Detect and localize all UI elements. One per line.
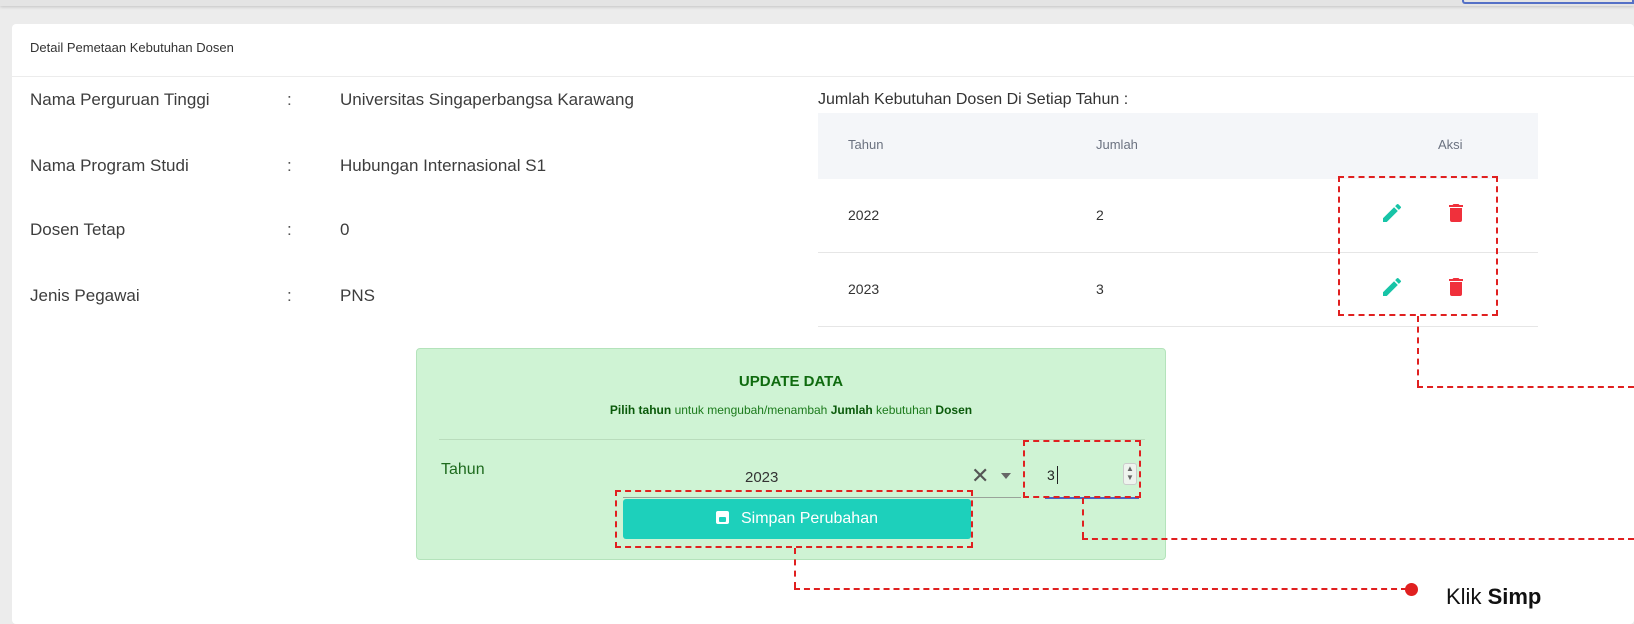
annotation-line (794, 588, 1407, 590)
annotation-line (1082, 498, 1084, 538)
highlight-jumlah-input (1023, 440, 1141, 498)
column-header-jumlah: Jumlah (1096, 137, 1138, 152)
annotation-text-bold: Simp (1487, 584, 1542, 609)
info-colon: : (287, 156, 292, 175)
info-colon: : (287, 286, 292, 305)
annotation-line (1417, 386, 1634, 388)
info-value-program-studi: Hubungan Internasional S1 (340, 156, 547, 175)
info-colon: : (287, 90, 292, 109)
highlight-save-button (615, 490, 973, 548)
update-subtitle-bold: Pilih tahun (609, 403, 672, 417)
column-header-aksi: Aksi (1438, 137, 1463, 152)
annotation-text: Klik Simp (1446, 584, 1541, 610)
annotation-text-start: Klik (1446, 584, 1488, 609)
tahun-select-value: 2023 (745, 469, 779, 486)
info-label-jenis-pegawai: Jenis Pegawai (30, 286, 140, 305)
info-value-dosen-tetap: 0 (340, 220, 350, 239)
close-icon[interactable]: ✕ (971, 465, 989, 487)
update-subtitle-text: untuk mengubah/menambah (671, 403, 831, 417)
info-value-perguruan-tinggi: Universitas Singaperbangsa Karawang (340, 90, 634, 109)
cell-jumlah: 3 (1096, 281, 1104, 297)
update-subtitle-bold: Dosen (935, 403, 973, 417)
update-subtitle: Pilih tahun untuk mengubah/menambah Juml… (417, 403, 1165, 417)
cell-tahun: 2023 (848, 281, 880, 297)
tahun-label: Tahun (441, 461, 485, 478)
column-header-tahun: Tahun (848, 137, 884, 152)
annotation-line (794, 548, 796, 588)
top-bar-button[interactable] (1462, 0, 1634, 4)
highlight-action-icons (1338, 176, 1498, 316)
info-label-perguruan-tinggi: Nama Perguruan Tinggi (30, 90, 210, 109)
annotation-line (1417, 316, 1419, 386)
update-subtitle-text: kebutuhan (872, 403, 936, 417)
info-value-jenis-pegawai: PNS (340, 286, 375, 305)
table-header: Tahun Jumlah Aksi (818, 113, 1538, 179)
cell-jumlah: 2 (1096, 207, 1104, 223)
card-header: Detail Pemetaan Kebutuhan Dosen (12, 24, 1634, 77)
annotation-dot (1405, 583, 1418, 596)
update-title: UPDATE DATA (738, 373, 844, 390)
info-label-dosen-tetap: Dosen Tetap (30, 220, 126, 239)
info-colon: : (287, 220, 292, 239)
chevron-down-icon[interactable] (1001, 473, 1011, 479)
update-subtitle-bold: Jumlah (830, 403, 873, 417)
cell-tahun: 2022 (848, 207, 880, 223)
card-title: Detail Pemetaan Kebutuhan Dosen (30, 40, 234, 55)
table-title: Jumlah Kebutuhan Dosen Di Setiap Tahun : (818, 91, 1129, 108)
top-bar (0, 0, 1634, 6)
info-label-program-studi: Nama Program Studi (30, 156, 189, 175)
annotation-line (1082, 538, 1634, 540)
